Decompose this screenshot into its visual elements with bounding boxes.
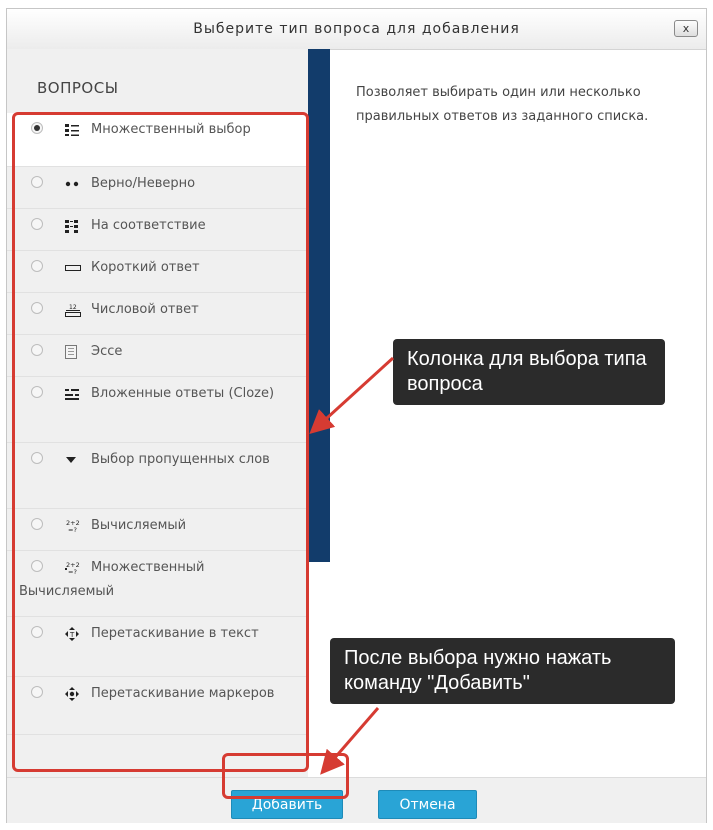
arrow-to-column — [309, 356, 395, 435]
arrow-to-add-button — [320, 707, 380, 775]
annotation-arrows — [309, 356, 395, 775]
